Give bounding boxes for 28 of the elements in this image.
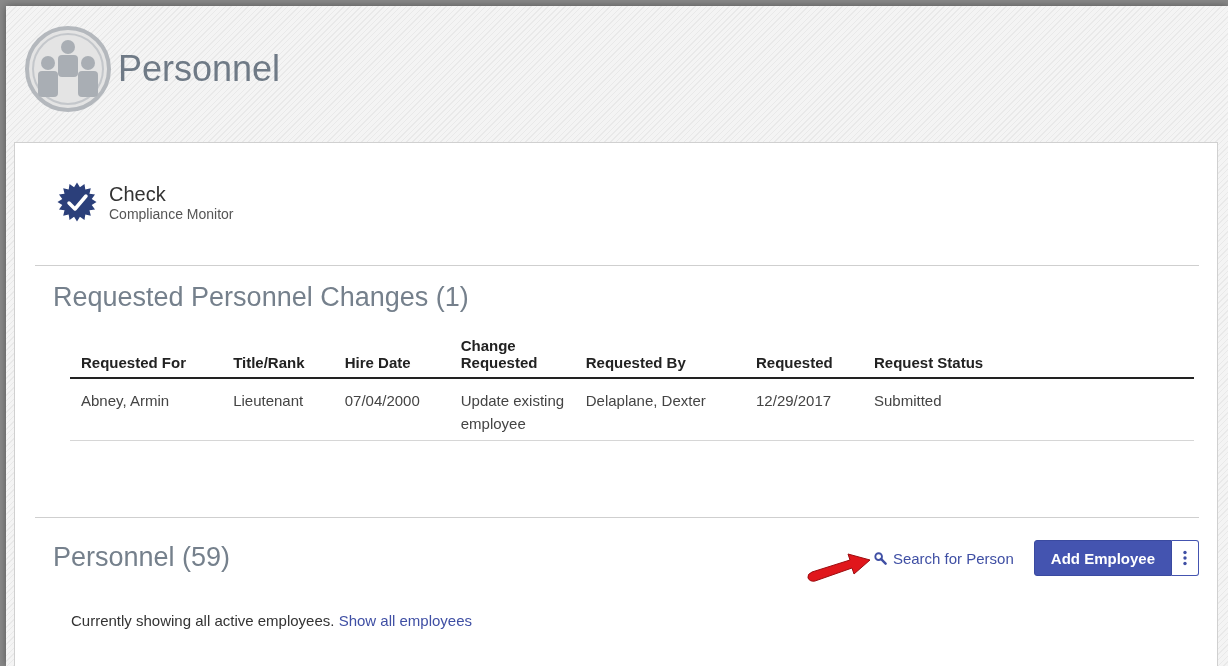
more-options-button[interactable] [1172,540,1199,576]
add-employee-button[interactable]: Add Employee [1033,540,1172,576]
column-header: Requested For [70,337,223,378]
notice-text: Currently showing all active employees. [71,612,336,629]
table-cell: Delaplane, Dexter [574,378,746,441]
search-icon [873,551,887,565]
column-header: Change Requested [449,337,575,378]
badge-title: Check [109,182,167,206]
table-cell: Update existing employee [449,378,575,441]
section-heading: Personnel (59) [53,541,231,573]
badge-subtitle: Compliance Monitor [109,205,234,222]
section-heading: Requested Personnel Changes (1) [53,282,470,313]
table-cell: 12/29/2017 [745,378,863,441]
show-all-link[interactable]: Show all employees [338,612,473,629]
column-header: Title/Rank [222,337,334,378]
personnel-logo-icon [24,25,112,113]
table-cell: 07/04/2000 [333,378,450,441]
table-cell: Submitted [863,378,1194,441]
table-cell: Abney, Armin [70,378,223,441]
table-cell: Lieutenant [222,378,334,441]
column-header: Requested [745,337,863,378]
kebab-icon [1183,550,1187,566]
search-link[interactable]: Search for Person [873,549,1014,567]
check-seal-icon [57,182,97,222]
page-title: Personnel [118,48,281,90]
column-header: Hire Date [333,337,450,378]
column-header: Requested By [574,337,746,378]
column-header: Request Status [863,337,1194,378]
